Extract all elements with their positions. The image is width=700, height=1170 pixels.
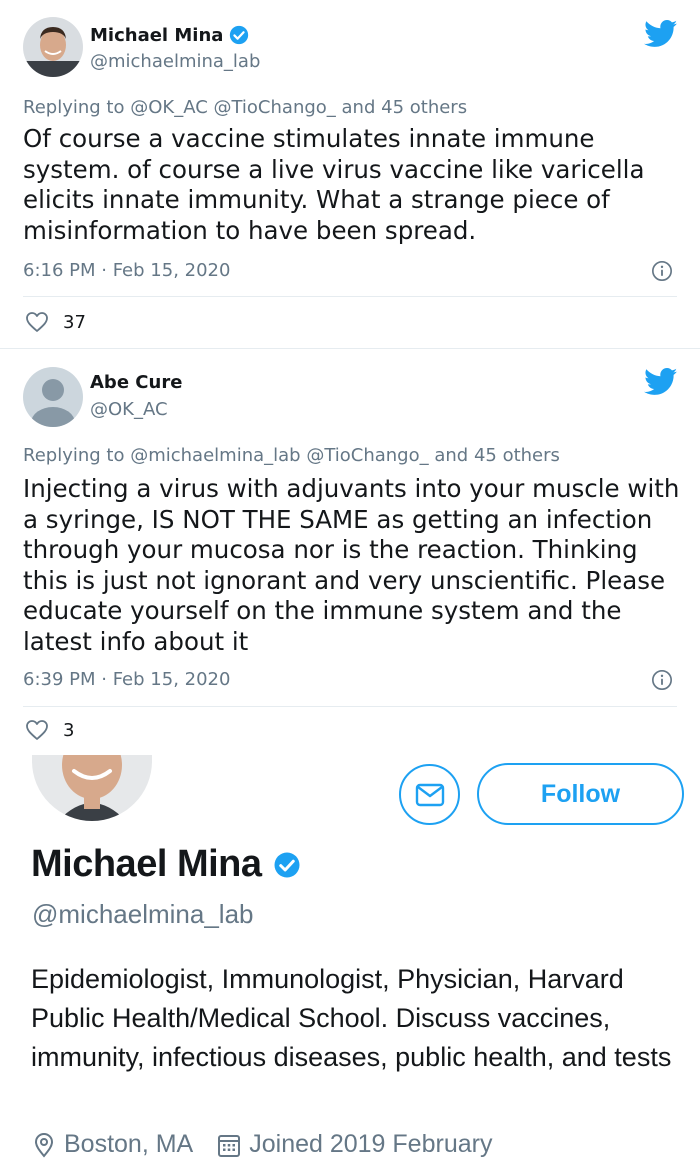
tweet-card[interactable]: Abe Cure @OK_AC Replying to @michaelmina…	[0, 349, 700, 757]
tweet-text: Injecting a virus with adjuvants into yo…	[23, 474, 680, 656]
like-count: 3	[63, 719, 75, 741]
divider	[23, 706, 677, 707]
reply-others-link[interactable]: and 45 others	[342, 97, 468, 118]
avatar[interactable]	[23, 367, 83, 427]
replying-to-line: Replying to @OK_AC @TioChango_ and 45 ot…	[23, 97, 467, 118]
reply-prefix: Replying to	[23, 445, 125, 466]
tweet-card[interactable]: Michael Mina @michaelmina_lab Replying t…	[0, 0, 700, 349]
tweet-text: Of course a vaccine stimulates innate im…	[23, 124, 645, 245]
verified-badge-icon	[274, 852, 299, 877]
info-icon[interactable]	[651, 669, 673, 691]
author-handle[interactable]: @michaelmina_lab	[90, 51, 260, 72]
joined-text: Joined 2019 February	[249, 1130, 493, 1158]
profile-location: Boston, MA	[32, 1130, 193, 1159]
author-handle[interactable]: @OK_AC	[90, 399, 168, 420]
location-pin-icon	[34, 1132, 54, 1158]
envelope-icon	[415, 783, 444, 806]
info-icon[interactable]	[651, 260, 673, 282]
profile-bio: Epidemiologist, Immunologist, Physician,…	[31, 964, 672, 1072]
profile-avatar[interactable]	[32, 755, 152, 821]
like-button[interactable]: 37	[25, 311, 86, 333]
divider	[23, 296, 677, 297]
reply-prefix: Replying to	[23, 97, 125, 118]
profile-meta: Boston, MA Joined 2019 February	[32, 1130, 516, 1159]
follow-button[interactable]: Follow	[477, 763, 684, 825]
reply-mentions-link[interactable]: @OK_AC @TioChango_	[130, 97, 336, 118]
calendar-icon	[218, 1134, 241, 1157]
profile-handle: @michaelmina_lab	[32, 899, 254, 929]
author-name[interactable]: Michael Mina	[90, 25, 223, 46]
message-button[interactable]	[399, 764, 460, 825]
reply-mentions-link[interactable]: @michaelmina_lab @TioChango_	[130, 445, 428, 466]
like-button[interactable]: 3	[25, 719, 74, 741]
heart-icon	[26, 720, 48, 740]
tweet-timestamp[interactable]: 6:39 PM · Feb 15, 2020	[23, 669, 230, 690]
profile-joined: Joined 2019 February	[217, 1130, 492, 1159]
reply-others-link[interactable]: and 45 others	[434, 445, 560, 466]
twitter-bird-icon[interactable]	[644, 368, 678, 396]
profile-card: Follow Michael Mina @michaelmina_lab Epi…	[0, 755, 700, 1170]
author-name[interactable]: Abe Cure	[90, 372, 182, 393]
twitter-bird-icon[interactable]	[644, 20, 678, 48]
profile-name: Michael Mina	[31, 843, 262, 885]
avatar[interactable]	[23, 17, 83, 77]
tweet-timestamp[interactable]: 6:16 PM · Feb 15, 2020	[23, 260, 230, 281]
like-count: 37	[63, 311, 86, 333]
heart-icon	[26, 312, 48, 332]
location-text: Boston, MA	[64, 1130, 194, 1158]
verified-badge-icon	[230, 25, 249, 45]
replying-to-line: Replying to @michaelmina_lab @TioChango_…	[23, 445, 560, 466]
